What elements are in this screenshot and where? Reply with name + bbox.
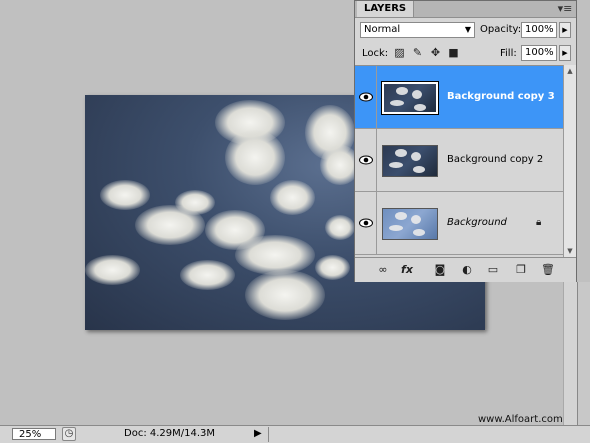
visibility-toggle[interactable] [355,192,377,254]
fill-field[interactable]: 100% [521,45,557,61]
tab-layers[interactable]: LAYERS [357,1,415,17]
add-mask-icon[interactable]: ◙ [432,263,448,277]
layers-panel: LAYERS ▾≡ Normal ▼ Opacity: 100% ▶ Lock:… [354,0,577,282]
trash-icon[interactable]: 🗑︎ [540,263,556,277]
link-layers-icon[interactable]: ∞ [375,263,391,277]
layer-row[interactable]: Background copy 3 [355,66,563,129]
opacity-label: Opacity: [480,24,522,35]
zoom-preview-icon[interactable]: ◷ [62,427,76,441]
layer-row[interactable]: Background copy 2 [355,129,563,192]
watermark: www.Alfoart.com [478,414,563,425]
eye-icon [359,218,373,228]
blend-mode-select[interactable]: Normal ▼ [360,22,475,38]
opacity-field[interactable]: 100% [521,22,557,38]
lock-label: Lock: [362,48,389,59]
status-menu-arrow-icon[interactable]: ▶ [254,428,264,440]
layer-name[interactable]: Background copy 2 [447,154,543,166]
cloud [235,235,315,275]
blend-mode-value: Normal [364,24,401,35]
vertical-scrollbar[interactable] [563,282,578,430]
cloud [100,180,150,210]
lock-icon: 🔒︎ [536,217,542,228]
layer-thumbnail [381,81,439,115]
chevron-down-icon: ▼ [464,25,471,34]
new-group-icon[interactable]: ▭ [485,263,501,277]
fill-slider-button[interactable]: ▶ [559,45,571,61]
cloud [85,255,140,285]
cloud [245,270,325,320]
status-bar: 25% ◷ Doc: 4.29M/14.3M ▶ [0,425,590,443]
cloud [225,130,285,185]
cloud [325,215,355,240]
doc-info: Doc: 4.29M/14.3M [124,428,216,439]
lock-transparency-icon[interactable]: ▨ [393,46,406,60]
scroll-down-icon[interactable]: ▼ [564,245,576,257]
scroll-up-icon[interactable]: ▲ [564,65,576,77]
fill-label: Fill: [500,48,517,59]
visibility-toggle[interactable] [355,66,377,128]
eye-icon [359,155,373,165]
lock-brush-icon[interactable]: ✎ [411,46,424,60]
opacity-slider-button[interactable]: ▶ [559,22,571,38]
layer-name[interactable]: Background [447,217,507,229]
panel-menu-icon[interactable]: ▾≡ [557,2,573,15]
fx-icon[interactable]: fx [399,263,415,277]
new-layer-icon[interactable]: ❐ [513,263,529,277]
eye-icon [359,92,373,102]
cloud [175,190,215,215]
layer-name[interactable]: Background copy 3 [447,91,555,103]
lock-move-icon[interactable]: ✥ [429,46,442,60]
layer-row[interactable]: Background 🔒︎ [355,192,563,255]
cloud [180,260,235,290]
window-edge [577,282,590,430]
cloud [270,180,315,215]
layer-list-scrollbar[interactable]: ▲ ▼ [563,65,576,257]
layer-list: Background copy 3 Background copy 2 Back… [355,65,563,258]
cloud [315,255,350,280]
layers-panel-footer: ∞ fx ◙ ◐ ▭ ❐ 🗑︎ [355,257,576,282]
lock-all-icon[interactable]: ■ [447,46,460,60]
adjustment-layer-icon[interactable]: ◐ [459,263,475,277]
visibility-toggle[interactable] [355,129,377,191]
zoom-field[interactable]: 25% [12,428,56,440]
divider [268,427,269,442]
panel-tab-bar: LAYERS ▾≡ [355,1,576,18]
layer-thumbnail [382,145,438,177]
layer-thumbnail [382,208,438,240]
